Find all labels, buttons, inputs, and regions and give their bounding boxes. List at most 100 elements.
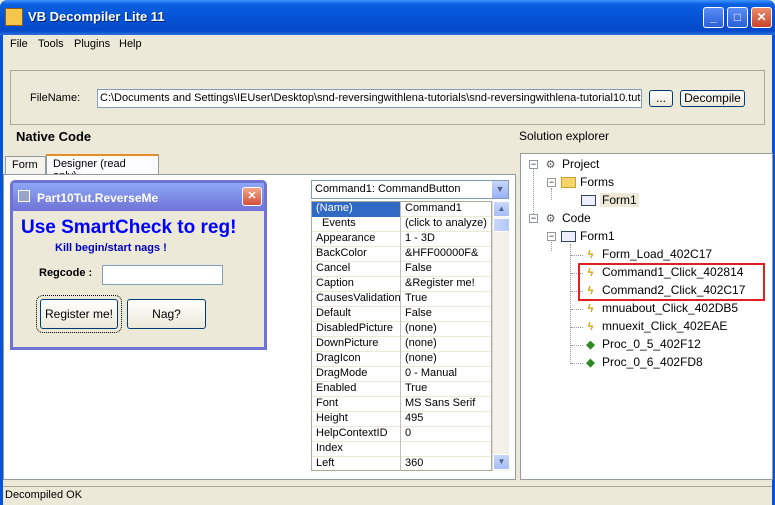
expand-toggle-form1[interactable]: − (547, 232, 556, 241)
tree-node-procedure[interactable]: ϟ mnuexit_Click_402EAE (583, 319, 728, 334)
tree-label: Form_Load_402C17 (602, 247, 713, 261)
property-name: Default (312, 307, 401, 322)
window-title: VB Decompiler Lite 11 (28, 9, 165, 24)
regcode-input[interactable] (102, 265, 223, 285)
property-row[interactable]: DragMode 0 - Manual (312, 367, 491, 382)
properties-scrollbar[interactable]: ▲ ▼ (492, 201, 510, 471)
browse-button[interactable]: ... (649, 90, 673, 107)
maximize-button[interactable]: □ (727, 7, 748, 28)
property-value: Command1 (405, 202, 462, 214)
decompile-button[interactable]: Decompile (680, 90, 745, 107)
property-row[interactable]: Enabled True (312, 382, 491, 397)
object-selector[interactable]: Command1: CommandButton ▼ (311, 180, 509, 199)
expand-toggle-project[interactable]: − (529, 160, 538, 169)
property-value: &Register me! (405, 277, 475, 289)
tree-node-form1-code[interactable]: Form1 (561, 229, 615, 243)
property-row[interactable]: HelpContextID 0 (312, 427, 491, 442)
app-icon (5, 8, 23, 26)
property-name: Font (312, 397, 401, 412)
property-name: Events (312, 217, 401, 232)
property-name: DragIcon (312, 352, 401, 367)
menu-tools[interactable]: Tools (38, 38, 64, 50)
scroll-thumb[interactable] (493, 218, 510, 232)
solution-explorer-label: Solution explorer (519, 129, 610, 143)
property-row[interactable]: DownPicture (none) (312, 337, 491, 352)
property-row[interactable]: Left 360 (312, 457, 491, 470)
property-value: 0 (405, 427, 412, 439)
property-value (405, 442, 491, 457)
nag-button[interactable]: Nag? (127, 299, 206, 329)
expand-toggle-forms[interactable]: − (547, 178, 556, 187)
scroll-down-icon[interactable]: ▼ (493, 454, 510, 470)
property-value: True (405, 382, 428, 394)
property-row[interactable]: Appearance 1 - 3D (312, 232, 491, 247)
property-row[interactable]: (Name) Command1 (312, 202, 491, 217)
property-row[interactable]: Font MS Sans Serif (312, 397, 491, 412)
property-name: DragMode (312, 367, 401, 382)
status-bar (3, 486, 772, 505)
tree-label: Code (562, 211, 591, 225)
close-button[interactable]: ✕ (751, 7, 772, 28)
tree-node-procedure[interactable]: ϟ mnuabout_Click_402DB5 (583, 301, 739, 316)
designer-form-titlebar: Part10Tut.ReverseMe ✕ (13, 183, 264, 211)
procedure-icon: ◆ (586, 338, 595, 351)
expand-toggle-code[interactable]: − (529, 214, 538, 223)
object-selector-value: Command1: CommandButton (315, 183, 461, 195)
lightning-icon: ϟ (587, 320, 594, 333)
scroll-up-icon[interactable]: ▲ (493, 201, 510, 217)
tree-label: Form1 (600, 193, 639, 207)
tree-node-procedure[interactable]: ◆ Proc_0_6_402FD8 (583, 355, 703, 370)
property-value: 1 - 3D (405, 232, 435, 244)
property-name: Caption (312, 277, 401, 292)
property-row[interactable]: Height 495 (312, 412, 491, 427)
property-row[interactable]: CausesValidation True (312, 292, 491, 307)
tree-label: Form1 (580, 229, 615, 243)
title-bar[interactable]: VB Decompiler Lite 11 _ □ ✕ (0, 0, 775, 35)
property-row[interactable]: Cancel False (312, 262, 491, 277)
tree-node-project[interactable]: ⚙ Project (543, 157, 600, 172)
property-value: (click to analyze) (405, 217, 487, 229)
tree-node-procedure[interactable]: ◆ Proc_0_5_402F12 (583, 337, 701, 352)
register-button[interactable]: Register me! (36, 295, 122, 333)
tab-form[interactable]: Form (5, 156, 46, 175)
form-icon (561, 231, 576, 243)
property-name: (Name) (312, 202, 401, 217)
property-row[interactable]: Events (click to analyze) (312, 217, 491, 232)
tab-designer[interactable]: Designer (read only) (46, 154, 159, 182)
property-row[interactable]: DragIcon (none) (312, 352, 491, 367)
property-row[interactable]: Default False (312, 307, 491, 322)
form-icon (581, 195, 596, 207)
filename-label: FileName: (30, 92, 81, 104)
status-text: Decompiled OK (5, 489, 83, 501)
filename-field[interactable]: C:\Documents and Settings\IEUser\Desktop… (97, 89, 642, 108)
property-name: DownPicture (312, 337, 401, 352)
menu-help[interactable]: Help (119, 38, 142, 50)
tree-node-procedure[interactable]: ϟ Form_Load_402C17 (583, 247, 713, 262)
solution-tree (520, 153, 773, 480)
tree-label: Proc_0_5_402F12 (602, 337, 701, 351)
property-name: Enabled (312, 382, 401, 397)
property-name: Height (312, 412, 401, 427)
property-value: False (405, 262, 432, 274)
property-name: Appearance (312, 232, 401, 247)
tree-node-forms[interactable]: Forms (561, 175, 614, 189)
minimize-button[interactable]: _ (703, 7, 724, 28)
property-row[interactable]: BackColor &HFF00000F& (312, 247, 491, 262)
property-value: 360 (405, 457, 424, 469)
designer-form-close-icon[interactable]: ✕ (242, 187, 262, 206)
chevron-down-icon[interactable]: ▼ (492, 181, 508, 198)
project-icon: ⚙ (545, 158, 556, 171)
property-row[interactable]: Index (312, 442, 491, 457)
property-row[interactable]: Caption &Register me! (312, 277, 491, 292)
property-row[interactable]: DisabledPicture (none) (312, 322, 491, 337)
regcode-label: Regcode : (39, 267, 93, 279)
property-name: DisabledPicture (312, 322, 401, 337)
menu-plugins[interactable]: Plugins (74, 38, 110, 50)
smartcheck-label: Use SmartCheck to reg! (21, 217, 237, 238)
tree-node-code[interactable]: ⚙ Code (543, 211, 591, 226)
properties-grid[interactable]: (Name) Command1 Events (click to analyze) Ap… (311, 201, 492, 471)
menu-file[interactable]: File (10, 38, 28, 50)
tree-label: Proc_0_6_402FD8 (602, 355, 703, 369)
tree-node-form1-designer[interactable]: Form1 (581, 193, 639, 207)
property-name: BackColor (312, 247, 401, 262)
